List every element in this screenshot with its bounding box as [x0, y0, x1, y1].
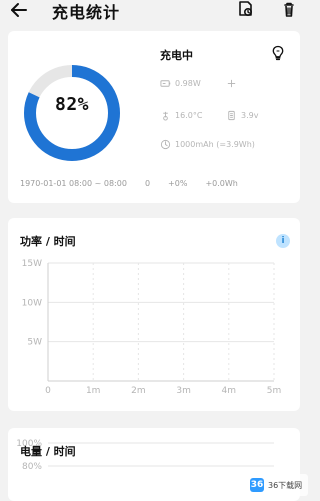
- power-x-tick-label: 4m: [222, 386, 237, 396]
- temperature-icon: [163, 111, 168, 121]
- charging-footer: 1970-01-01 08:00 ~ 08:00 0 +0% +0.0Wh: [20, 179, 288, 188]
- power-value: 0.98W: [175, 79, 201, 88]
- voltage-metric: 3.9v: [226, 110, 258, 121]
- energy-grid: [48, 442, 274, 467]
- capacity-icon: [160, 139, 171, 150]
- power-y-tick-label: 10W: [22, 298, 42, 308]
- current-metric: [226, 78, 241, 89]
- voltage-value: 3.9v: [241, 111, 259, 120]
- duration: 0: [144, 179, 151, 188]
- charging-status: 充电中: [160, 49, 193, 62]
- battery-percent-text: 82%: [54, 94, 89, 115]
- power-axis-labels: 0 1m 2m 3m 4m 5m 5W 10W 15W: [22, 259, 282, 396]
- watermark-logo: 36: [250, 478, 264, 492]
- battery-icon: [160, 80, 171, 87]
- capacity-metric: 1000mAh (=3.9Wh): [160, 139, 255, 150]
- watermark-text: 36下载网: [268, 480, 303, 490]
- power-grid: [47, 262, 275, 381]
- wh-delta: +0.0Wh: [205, 179, 238, 188]
- power-time-card: 功率 / 时间 i 0 1m 2m 3m 4m 5m 5W 10W 15W: [8, 218, 300, 411]
- power-x-tick-label: 2m: [131, 386, 146, 396]
- watermark: 36 36下载网: [246, 474, 308, 496]
- power-x-tick-label: 1m: [86, 386, 101, 396]
- history-icon[interactable]: [236, 0, 254, 18]
- app-bar: 充电统计: [0, 0, 310, 22]
- current-icon: [227, 79, 236, 88]
- charging-summary-card: 82% 充电中 0.98W 16.0°C 3.9v 1000mAh (=3.9W…: [8, 31, 300, 203]
- back-arrow-icon[interactable]: [10, 2, 28, 18]
- energy-y-tick-label: 80%: [22, 462, 42, 472]
- power-x-tick-label: 3m: [176, 386, 191, 396]
- page-title: 充电统计: [52, 3, 121, 22]
- time-range: 1970-01-01 08:00 ~ 08:00: [20, 179, 127, 188]
- power-metric: 0.98W: [160, 78, 201, 89]
- temperature-metric: 16.0°C: [160, 110, 202, 121]
- capacity-value: 1000mAh (=3.9Wh): [175, 140, 255, 149]
- energy-axis-labels: 100% 80%: [16, 439, 42, 472]
- power-time-chart: 0 1m 2m 3m 4m 5m 5W 10W 15W: [22, 259, 282, 396]
- power-x-tick-label: 5m: [267, 386, 282, 396]
- energy-y-tick-label: 100%: [16, 439, 42, 449]
- power-y-tick-label: 15W: [22, 259, 42, 269]
- voltage-icon: [228, 110, 235, 121]
- lightbulb-icon[interactable]: [271, 45, 285, 61]
- trash-icon[interactable]: [280, 0, 298, 18]
- power-x-tick-label: 0: [45, 386, 51, 396]
- power-axes: [47, 263, 274, 382]
- temperature-value: 16.0°C: [175, 111, 203, 120]
- percent-delta: +0%: [168, 179, 188, 188]
- power-y-tick-label: 5W: [27, 338, 42, 348]
